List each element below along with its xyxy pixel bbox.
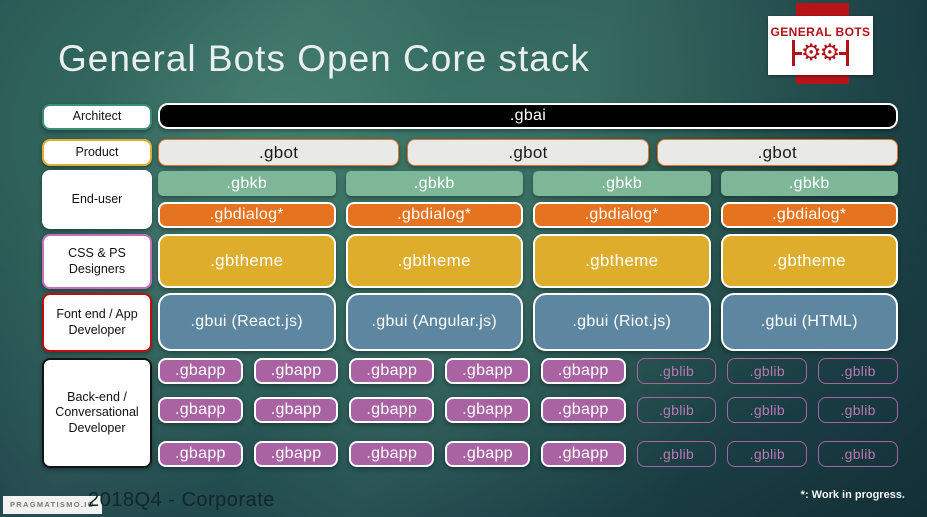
gbapp-box: .gbapp xyxy=(253,358,339,384)
gbapp-box: .gbapp xyxy=(540,358,626,384)
page-title: General Bots Open Core stack xyxy=(58,38,590,79)
gbapp-box: .gbapp xyxy=(540,397,626,423)
gblib-box: .gblib xyxy=(818,397,898,423)
row-gbkb: .gbkb .gbkb .gbkb .gbkb xyxy=(158,171,898,196)
logo-right-line xyxy=(839,51,847,55)
gbapp-box: .gbapp xyxy=(253,441,339,467)
logo-text: GENERAL BOTS xyxy=(770,25,871,39)
gbdialog-box: .gbdialog* xyxy=(533,202,711,228)
gbot-box: .gbot xyxy=(656,139,898,166)
gbkb-box: .gbkb xyxy=(533,171,711,196)
gbot-box: .gbot xyxy=(158,139,400,166)
gbapp-box: .gbapp xyxy=(540,441,626,467)
general-bots-logo: GENERAL BOTS ⚙ ⚙ xyxy=(768,16,873,75)
gbapp-box: .gbapp xyxy=(445,358,530,384)
row-gbapp-1: .gbapp .gbapp .gbapp .gbapp .gbapp .gbli… xyxy=(158,358,898,384)
gbot-box: .gbot xyxy=(407,139,649,166)
label-product: Product xyxy=(42,139,152,166)
gbapp-box: .gbapp xyxy=(349,397,435,423)
gbdialog-box: .gbdialog* xyxy=(158,202,336,228)
row-gbot: .gbot .gbot .gbot xyxy=(158,139,898,166)
gbui-html-box: .gbui (HTML) xyxy=(720,293,898,351)
gbkb-box: .gbkb xyxy=(158,171,336,196)
gear-icon: ⚙ xyxy=(819,39,841,66)
gblib-box: .gblib xyxy=(727,441,808,467)
gbapp-box: .gbapp xyxy=(349,441,435,467)
row-gbapp-3: .gbapp .gbapp .gbapp .gbapp .gbapp .gbli… xyxy=(158,441,898,467)
gblib-box: .gblib xyxy=(727,358,808,384)
gbui-angular-box: .gbui (Angular.js) xyxy=(345,293,523,351)
gbtheme-box: .gbtheme xyxy=(345,234,523,288)
row-gbui: .gbui (React.js) .gbui (Angular.js) .gbu… xyxy=(158,293,898,351)
gbdialog-box: .gbdialog* xyxy=(720,202,898,228)
label-end-user: End-user xyxy=(42,170,152,229)
footer-version-text: 2018Q4 - Corporate xyxy=(88,489,275,511)
gbkb-box: .gbkb xyxy=(345,171,523,196)
gblib-box: .gblib xyxy=(636,397,717,423)
gbtheme-box: .gbtheme xyxy=(158,234,336,288)
pragmatismo-badge: PRAGMATISMO.IO xyxy=(3,496,102,514)
gbapp-box: .gbapp xyxy=(158,358,243,384)
gbtheme-box: .gbtheme xyxy=(533,234,711,288)
label-front-end-app-developer: Font end / App Developer xyxy=(42,293,152,352)
logo-mark: ⚙ ⚙ xyxy=(791,39,850,66)
logo-right-bar xyxy=(846,40,850,66)
gbkb-box: .gbkb xyxy=(720,171,898,196)
label-css-ps-designers: CSS & PS Designers xyxy=(42,234,152,289)
gblib-box: .gblib xyxy=(636,358,717,384)
gbapp-box: .gbapp xyxy=(445,397,530,423)
label-back-end-conversational-developer: Back-end / Conversational Developer xyxy=(42,358,152,468)
gblib-box: .gblib xyxy=(727,397,808,423)
gblib-box: .gblib xyxy=(818,358,898,384)
row-gbapp-2: .gbapp .gbapp .gbapp .gbapp .gbapp .gbli… xyxy=(158,397,898,423)
gbapp-box: .gbapp xyxy=(158,397,243,423)
gblib-box: .gblib xyxy=(636,441,717,467)
gear-icon: ⚙ xyxy=(800,39,822,66)
gbapp-box: .gbapp xyxy=(445,441,530,467)
gbtheme-box: .gbtheme xyxy=(720,234,898,288)
gbui-riot-box: .gbui (Riot.js) xyxy=(533,293,711,351)
row-gbdialog: .gbdialog* .gbdialog* .gbdialog* .gbdial… xyxy=(158,202,898,228)
gbdialog-box: .gbdialog* xyxy=(345,202,523,228)
gbai-box: .gbai xyxy=(158,103,898,129)
slide: General Bots Open Core stack GENERAL BOT… xyxy=(0,0,927,517)
row-gbai: .gbai xyxy=(158,103,898,129)
gbapp-box: .gbapp xyxy=(158,441,243,467)
work-in-progress-footnote: *: Work in progress. xyxy=(800,489,905,501)
row-gbtheme: .gbtheme .gbtheme .gbtheme .gbtheme xyxy=(158,234,898,288)
gbapp-box: .gbapp xyxy=(253,397,339,423)
gblib-box: .gblib xyxy=(818,441,898,467)
gbui-react-box: .gbui (React.js) xyxy=(158,293,336,351)
gbapp-box: .gbapp xyxy=(349,358,435,384)
label-architect: Architect xyxy=(42,104,152,130)
